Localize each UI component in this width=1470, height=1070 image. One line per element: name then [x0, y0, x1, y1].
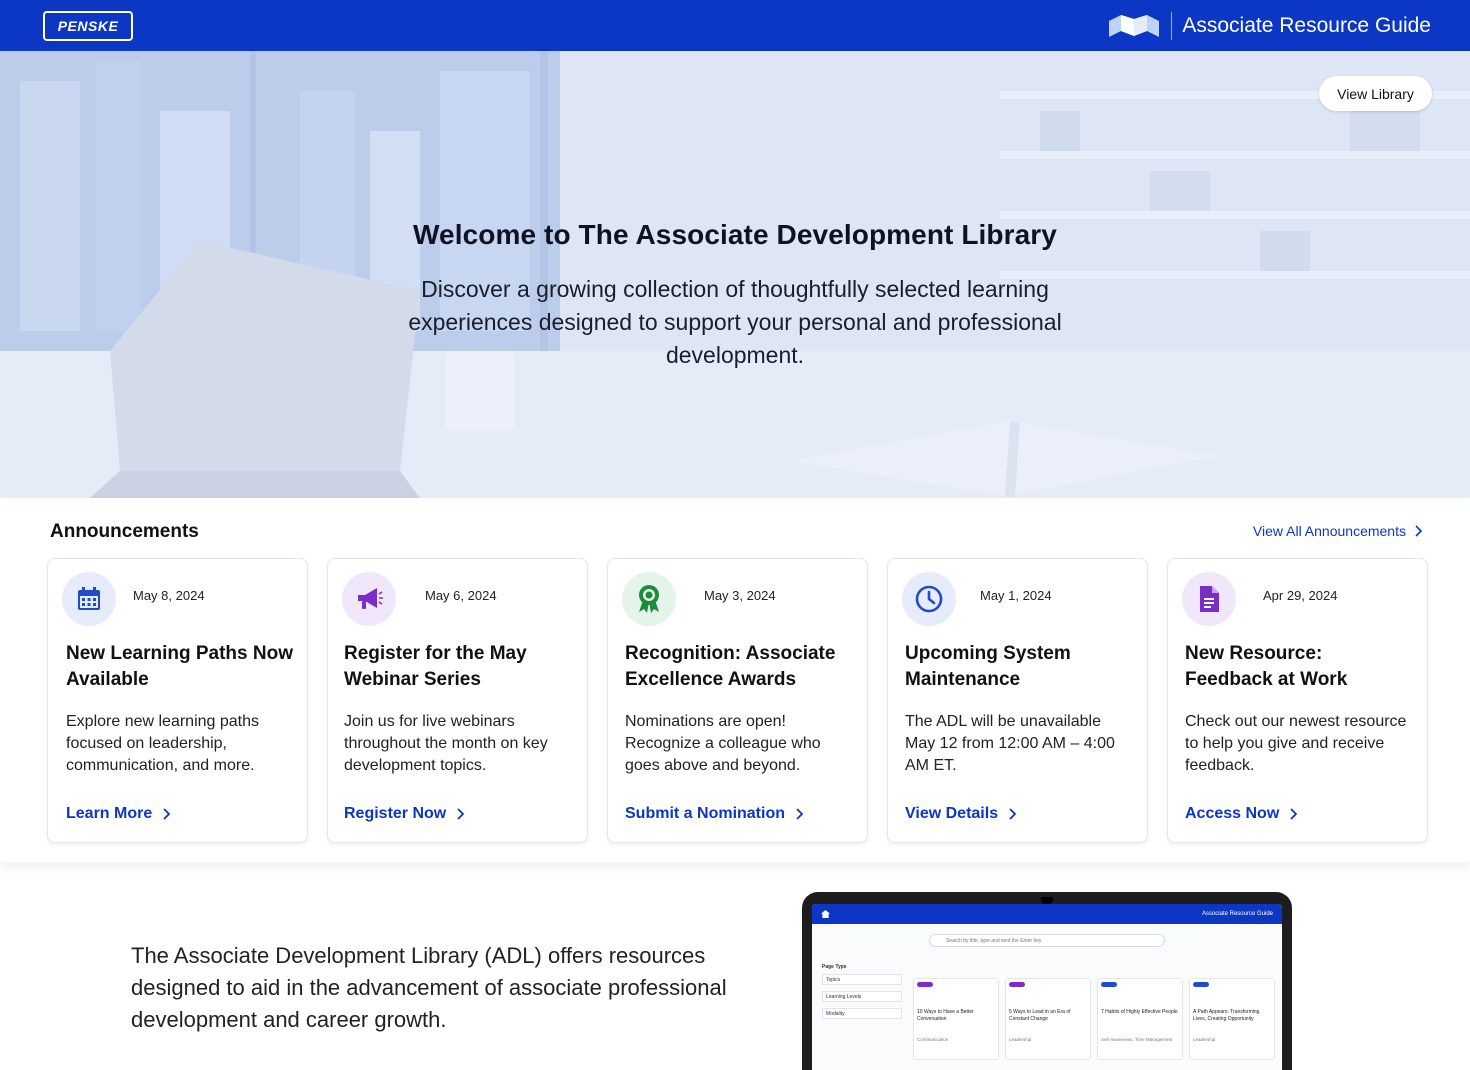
view-all-label: View All Announcements — [1252, 523, 1406, 539]
chevron-right-icon — [1415, 525, 1422, 537]
open-book-icon — [1109, 14, 1160, 37]
hero-subtitle: Discover a growing collection of thought… — [408, 276, 1062, 368]
preview-top-bar: Associate Resource Guide — [812, 904, 1282, 924]
submit-nomination-link[interactable]: Submit a Nomination — [625, 805, 803, 823]
preview-card-title: 10 Ways to Have a Better Conversation — [917, 1009, 974, 1022]
preview-card: 5 Ways to Lead in an Era of Constant Cha… — [1005, 978, 1091, 1060]
award-ribbon-icon — [622, 572, 676, 626]
home-icon — [821, 910, 830, 918]
learn-more-link[interactable]: Learn More — [66, 805, 171, 823]
document-icon — [1182, 572, 1236, 626]
card-title: Upcoming System Maintenance — [905, 643, 1071, 690]
preview-card-tag: Self-Awareness, Time Management — [1101, 1037, 1173, 1042]
register-now-link[interactable]: Register Now — [344, 805, 465, 823]
card-link-label: Register Now — [344, 805, 447, 822]
announcement-card[interactable]: May 8, 2024 New Learning Paths Now Avail… — [47, 558, 308, 843]
preview-card-title: A Path Appears: Transforming Lives, Crea… — [1193, 1009, 1260, 1022]
chevron-right-icon — [163, 808, 171, 820]
card-title: New Resource: Feedback at Work — [1185, 643, 1348, 690]
brand-area: Associate Resource Guide — [1107, 11, 1431, 40]
hero-banner: View Library Welcome to The Associate De… — [0, 51, 1470, 498]
preview-card: A Path Appears: Transforming Lives, Crea… — [1189, 978, 1275, 1060]
chevron-right-icon — [1290, 808, 1298, 820]
calendar-icon — [62, 572, 116, 626]
hero-text: Welcome to The Associate Development Lib… — [0, 219, 1470, 372]
card-link-label: Submit a Nomination — [625, 805, 785, 822]
preview-card: 7 Habits of Highly Effective People Self… — [1097, 978, 1183, 1060]
card-date: Apr 29, 2024 — [1263, 588, 1338, 603]
announcements-heading: Announcements — [50, 521, 199, 542]
chevron-right-icon — [457, 808, 465, 820]
preview-card-tag: Communication — [917, 1037, 949, 1042]
card-date: May 8, 2024 — [133, 588, 205, 603]
preview-card-badge — [917, 982, 933, 987]
card-description: Check out our newest resource to help yo… — [1185, 713, 1407, 774]
preview-card-tag: Leadership — [1009, 1037, 1032, 1042]
adl-description: The Associate Development Library (ADL) … — [131, 943, 727, 1032]
preview-card-title: 5 Ways to Lead in an Era of Constant Cha… — [1009, 1009, 1071, 1022]
card-title: Recognition: Associate Excellence Awards — [625, 643, 836, 690]
card-link-label: Learn More — [66, 805, 153, 822]
preview-filter: Topics — [822, 974, 902, 985]
top-nav-bar: PENSKE Associate Resource Guide — [0, 0, 1470, 51]
card-date: May 6, 2024 — [425, 588, 497, 603]
preview-brand: Associate Resource Guide — [1201, 911, 1273, 917]
preview-filter: Modality — [822, 1008, 902, 1019]
preview-card-badge — [1009, 982, 1025, 987]
preview-card: 10 Ways to Have a Better Conversation Co… — [913, 978, 999, 1060]
chevron-right-icon — [1009, 808, 1017, 820]
preview-search-input: Search by title, type and sent the Enter… — [929, 934, 1165, 947]
announcements-section: Announcements View All Announcements May… — [0, 498, 1470, 862]
preview-filter: Learning Levels — [822, 991, 902, 1002]
card-description: Join us for live webinars throughout the… — [344, 713, 548, 774]
card-date: May 3, 2024 — [704, 588, 776, 603]
announcement-card[interactable]: May 6, 2024 Register for the May Webinar… — [327, 558, 588, 843]
announcement-card[interactable]: Apr 29, 2024 New Resource: Feedback at W… — [1167, 558, 1428, 843]
card-link-label: Access Now — [1185, 805, 1280, 822]
tablet-preview: Associate Resource Guide Search by title… — [802, 892, 1292, 1070]
card-title: Register for the May Webinar Series — [344, 643, 527, 690]
card-title: New Learning Paths Now Available — [66, 643, 293, 690]
chevron-right-icon — [796, 808, 803, 820]
preview-card-title: 7 Habits of Highly Effective People — [1101, 1009, 1178, 1015]
preview-screen: Associate Resource Guide Search by title… — [812, 904, 1282, 1070]
preview-card-tag: Leadership — [1193, 1037, 1216, 1042]
hero-title: Welcome to The Associate Development Lib… — [413, 219, 1057, 250]
card-description: The ADL will be unavailable May 12 from … — [905, 713, 1115, 774]
view-library-button[interactable]: View Library — [1319, 76, 1432, 111]
brand-title: Associate Resource Guide — [1182, 13, 1431, 37]
card-description: Nominations are open! Recognize a collea… — [625, 713, 821, 774]
announcement-card[interactable]: May 1, 2024 Upcoming System Maintenance … — [887, 558, 1148, 843]
card-date: May 1, 2024 — [980, 588, 1052, 603]
preview-filter-sidebar: Page Type Topics Learning Levels Modalit… — [822, 964, 902, 1025]
view-details-link[interactable]: View Details — [905, 805, 1017, 823]
preview-cards: 10 Ways to Have a Better Conversation Co… — [913, 978, 1275, 1060]
megaphone-icon — [342, 572, 396, 626]
penske-logo[interactable]: PENSKE — [43, 10, 133, 41]
preview-card-badge — [1193, 982, 1209, 987]
logo-text: PENSKE — [57, 17, 119, 34]
view-all-announcements-link[interactable]: View All Announcements — [1253, 523, 1422, 539]
access-now-link[interactable]: Access Now — [1185, 805, 1298, 823]
preview-card-badge — [1101, 982, 1117, 987]
card-link-label: View Details — [905, 805, 999, 822]
announcement-cards: May 8, 2024 New Learning Paths Now Avail… — [47, 558, 1428, 843]
card-description: Explore new learning paths focused on le… — [66, 713, 260, 774]
preview-filter-label: Page Type — [822, 964, 847, 970]
announcement-card[interactable]: May 3, 2024 Recognition: Associate Excel… — [607, 558, 868, 843]
brand-divider — [1171, 11, 1173, 40]
clock-icon — [902, 572, 956, 626]
